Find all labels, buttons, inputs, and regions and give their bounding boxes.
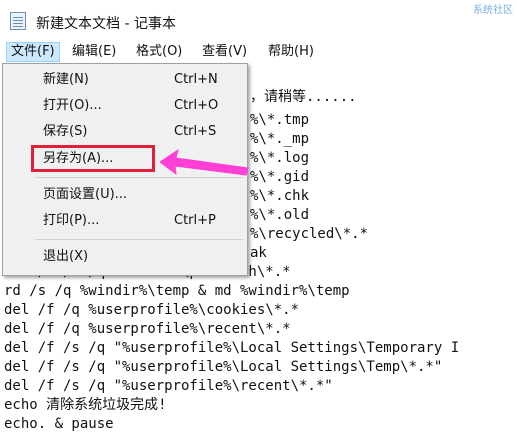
pointer-arrow-icon [159, 149, 249, 176]
